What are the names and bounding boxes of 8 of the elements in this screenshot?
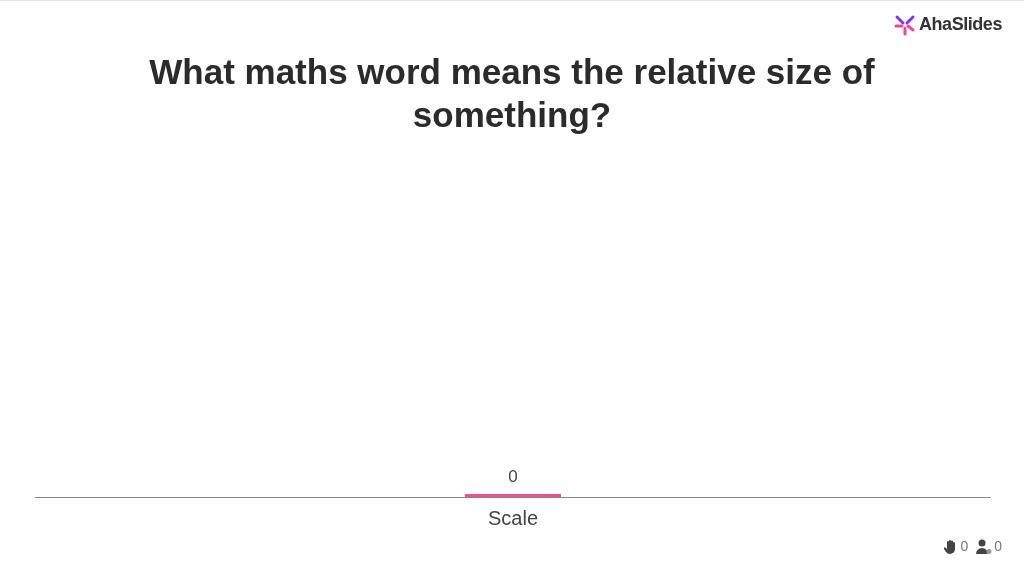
person-icon [976,539,993,554]
answer-label: Scale [488,507,538,529]
logo-icon [894,13,916,36]
logo-text: AhaSlides [919,13,1002,36]
vote-count: 0 [508,467,518,486]
reaction-count: 0 [960,537,969,556]
question-title: What maths word means the relative size of something? [148,51,876,136]
participant-count: 0 [994,537,1002,556]
